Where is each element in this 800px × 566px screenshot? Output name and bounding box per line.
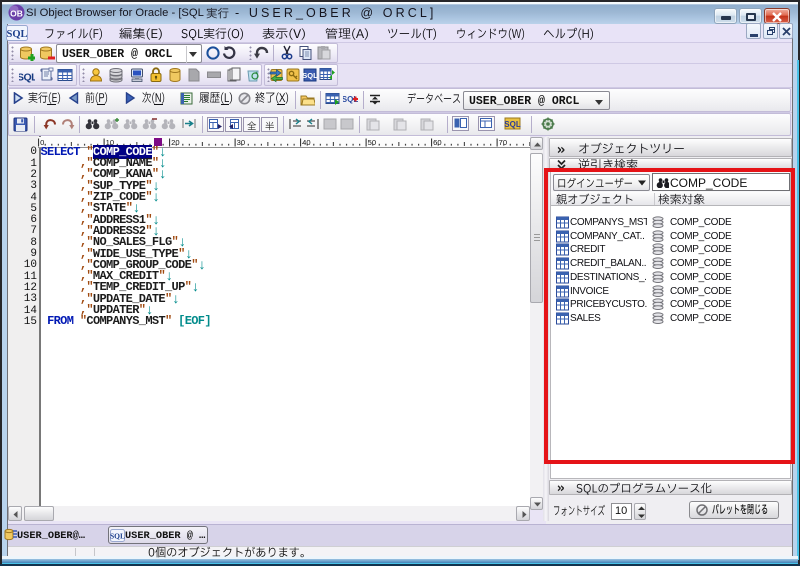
- svg-text:SQL: SQL: [19, 72, 35, 84]
- svg-text:SQL: SQL: [6, 29, 27, 40]
- svg-text:50: 50: [368, 138, 376, 147]
- svg-text:30: 30: [237, 138, 245, 147]
- svg-text:OB: OB: [10, 9, 23, 19]
- svg-text:40: 40: [302, 138, 310, 147]
- svg-text:60: 60: [433, 138, 441, 147]
- svg-text:20: 20: [171, 138, 179, 147]
- svg-text:70: 70: [499, 138, 507, 147]
- svg-text:SQL: SQL: [110, 532, 125, 541]
- svg-text:SQL: SQL: [504, 120, 521, 129]
- svg-text:SQL: SQL: [302, 71, 318, 80]
